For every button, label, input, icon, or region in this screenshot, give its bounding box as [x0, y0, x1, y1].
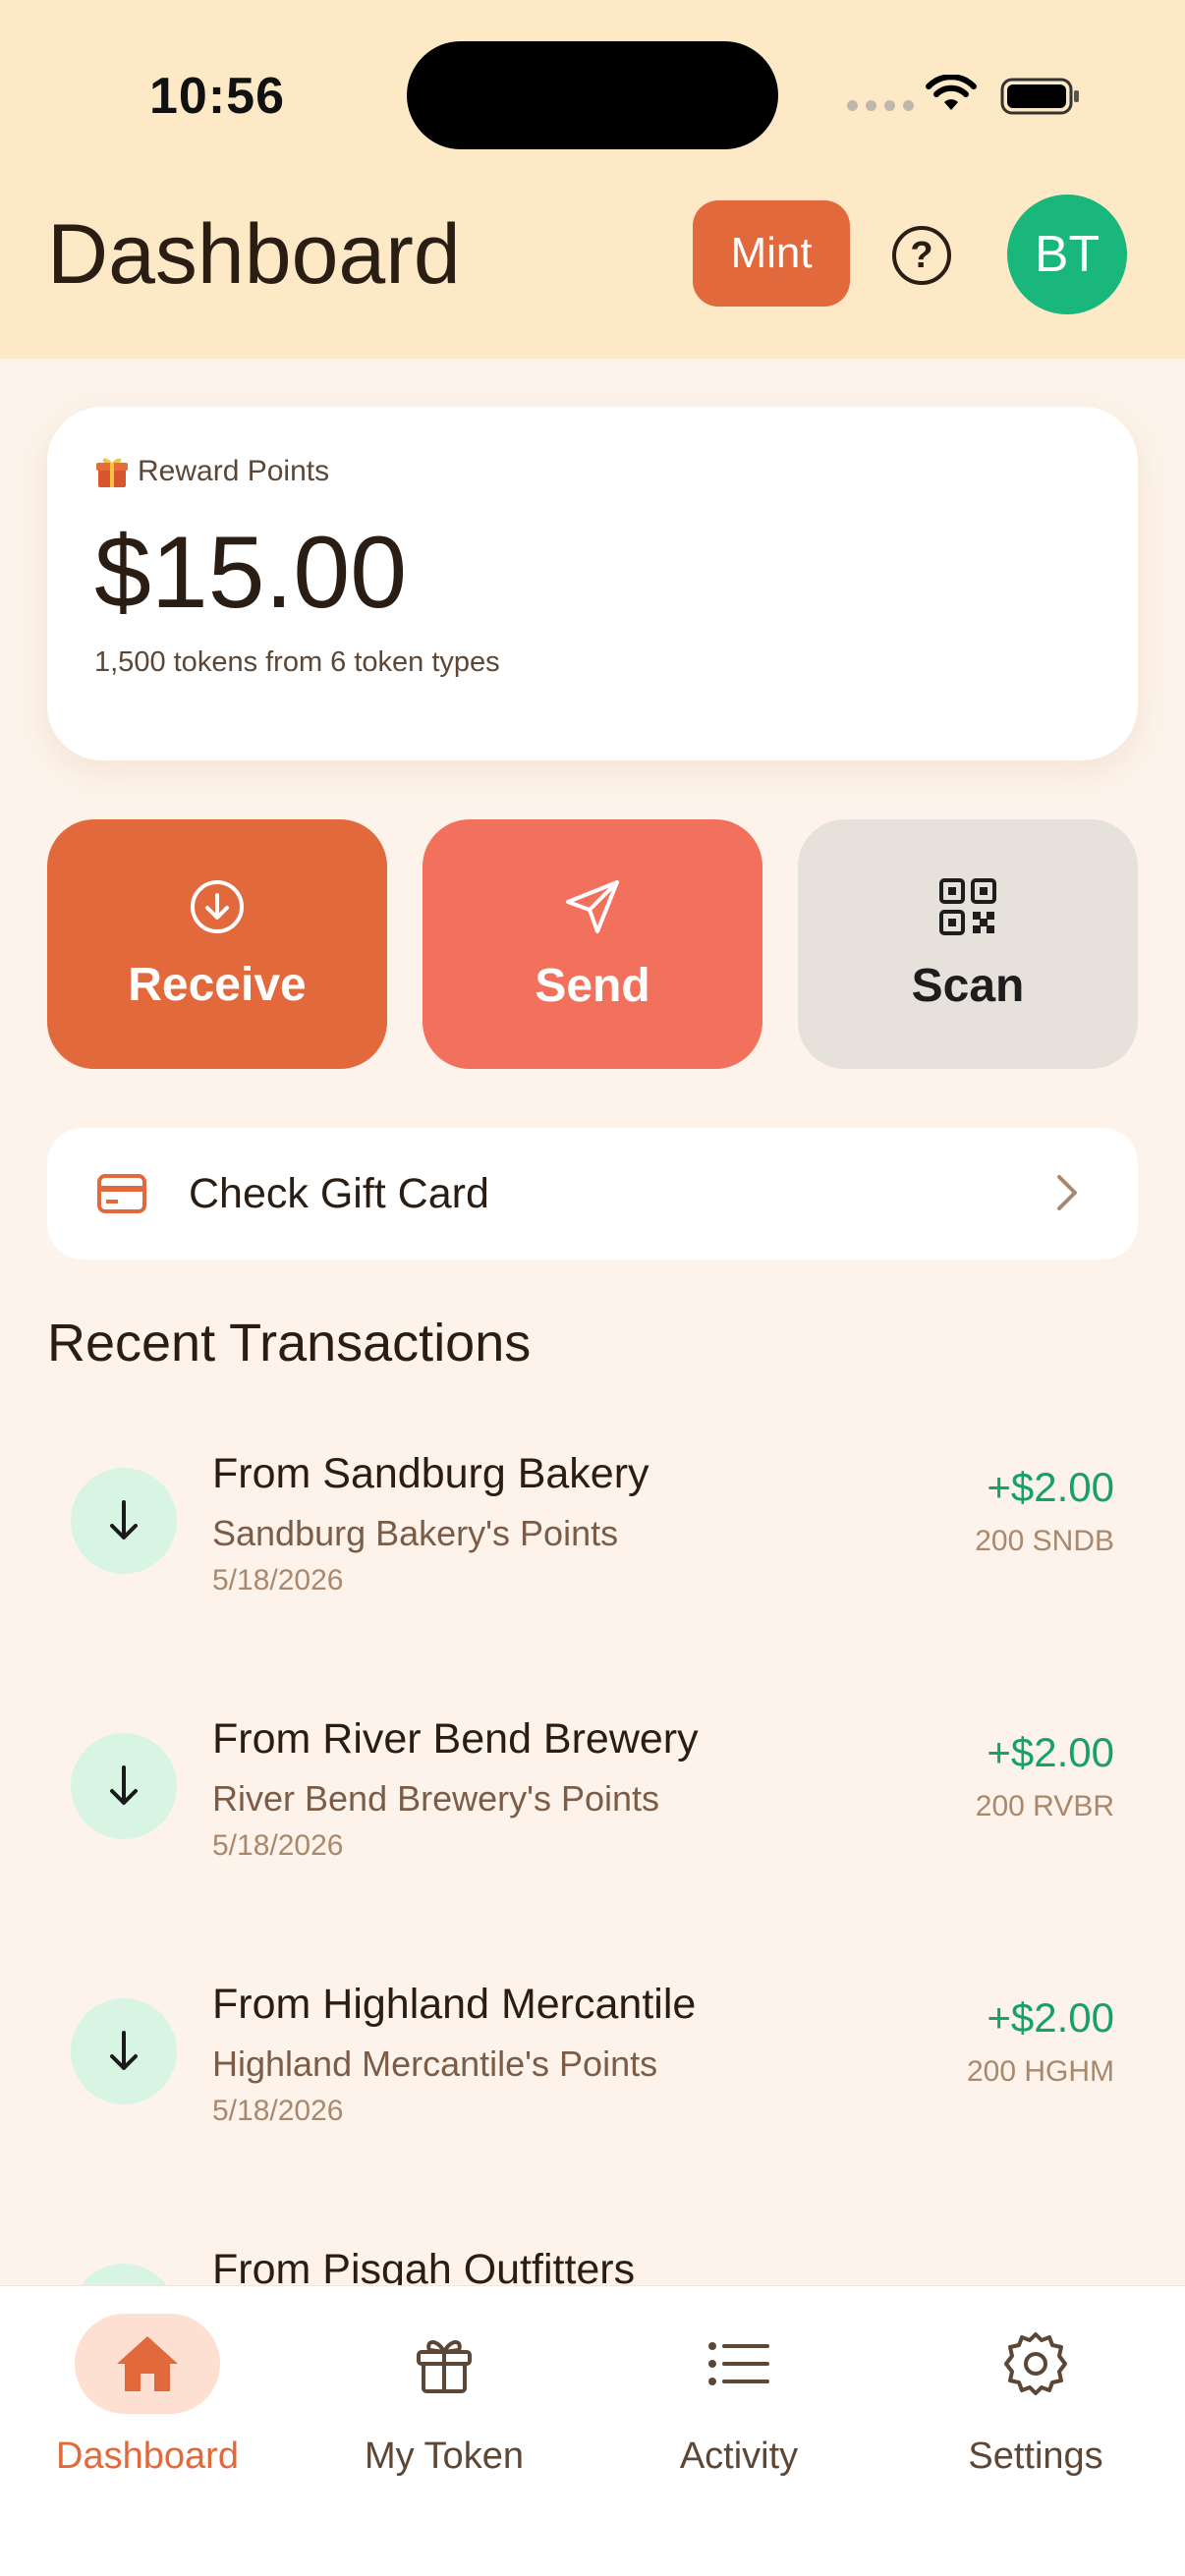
- transaction-tokens: 200 RVBR: [975, 1790, 1114, 1822]
- send-button[interactable]: Send: [423, 819, 762, 1069]
- gift-emoji-icon: [96, 458, 128, 487]
- qr-code-icon: [939, 877, 996, 935]
- balance-card: Reward Points $15.00 1,500 tokens from 6…: [47, 407, 1138, 760]
- check-gift-card-row[interactable]: Check Gift Card: [47, 1128, 1138, 1260]
- scan-button[interactable]: Scan: [798, 819, 1138, 1069]
- wifi-icon: [926, 75, 977, 110]
- transaction-amount: +$2.00: [987, 1464, 1114, 1510]
- received-arrow-icon: [71, 1733, 177, 1839]
- send-icon: [566, 879, 619, 933]
- receive-label: Receive: [128, 958, 307, 1011]
- balance-subtitle: 1,500 tokens from 6 token types: [94, 646, 500, 678]
- tab-dashboard-label: Dashboard: [56, 2436, 239, 2477]
- credit-card-icon: [97, 1174, 146, 1213]
- tab-activity[interactable]: Activity: [592, 2314, 886, 2530]
- gift-icon: [371, 2314, 517, 2414]
- battery-icon: [1000, 78, 1079, 115]
- transaction-tokens: 200 SNDB: [975, 1525, 1114, 1557]
- transaction-row[interactable]: From River Bend Brewery River Bend Brewe…: [47, 1686, 1138, 1882]
- tab-dashboard[interactable]: Dashboard: [0, 2314, 295, 2530]
- transaction-row[interactable]: From Sandburg Bakery Sandburg Bakery's P…: [47, 1421, 1138, 1617]
- transaction-row[interactable]: From Highland Mercantile Highland Mercan…: [47, 1951, 1138, 2148]
- transaction-name: From River Bend Brewery: [212, 1715, 699, 1763]
- header-bar: 10:56 Dashboard Mint ? BT: [0, 0, 1185, 359]
- receive-button[interactable]: Receive: [47, 819, 387, 1069]
- tab-my-token[interactable]: My Token: [297, 2314, 592, 2530]
- avatar[interactable]: BT: [1007, 195, 1127, 314]
- transaction-date: 5/18/2026: [212, 1829, 344, 1862]
- transaction-description: Sandburg Bakery's Points: [212, 1513, 619, 1553]
- card-label-row: Reward Points: [94, 454, 329, 489]
- transaction-description: River Bend Brewery's Points: [212, 1778, 660, 1819]
- tab-activity-label: Activity: [679, 2436, 799, 2477]
- received-arrow-icon: [71, 1998, 177, 2104]
- arrow-down-circle-icon: [191, 879, 244, 933]
- send-label: Send: [535, 959, 650, 1012]
- cellular-signal-icon: [847, 100, 914, 111]
- transaction-date: 5/18/2026: [212, 2095, 344, 2127]
- mint-button[interactable]: Mint: [693, 200, 850, 307]
- transaction-amount: +$2.00: [987, 1729, 1114, 1775]
- transaction-amount: +$2.00: [987, 1994, 1114, 2041]
- dynamic-island: [407, 41, 778, 149]
- tab-my-token-label: My Token: [365, 2436, 524, 2477]
- balance-amount: $15.00: [94, 516, 408, 630]
- chevron-right-icon: [1057, 1175, 1077, 1210]
- check-gift-card-label: Check Gift Card: [189, 1169, 489, 1217]
- recent-transactions-title: Recent Transactions: [47, 1314, 532, 1372]
- tab-settings[interactable]: Settings: [888, 2314, 1183, 2530]
- transaction-name: From Highland Mercantile: [212, 1981, 697, 2028]
- page-title: Dashboard: [47, 207, 461, 302]
- help-icon[interactable]: ?: [892, 226, 951, 285]
- transaction-name: From Sandburg Bakery: [212, 1450, 649, 1497]
- list-icon: [666, 2314, 812, 2414]
- gear-icon: [963, 2314, 1108, 2414]
- home-icon: [75, 2314, 220, 2414]
- received-arrow-icon: [71, 1468, 177, 1574]
- status-time: 10:56: [149, 68, 285, 125]
- transaction-description: Highland Mercantile's Points: [212, 2044, 658, 2084]
- transaction-tokens: 200 HGHM: [966, 2055, 1114, 2088]
- tab-settings-label: Settings: [968, 2436, 1103, 2477]
- card-label: Reward Points: [138, 455, 330, 487]
- scan-label: Scan: [911, 959, 1025, 1012]
- transaction-date: 5/18/2026: [212, 1564, 344, 1596]
- bottom-tab-bar: Dashboard My Token Activity Settings: [0, 2285, 1185, 2576]
